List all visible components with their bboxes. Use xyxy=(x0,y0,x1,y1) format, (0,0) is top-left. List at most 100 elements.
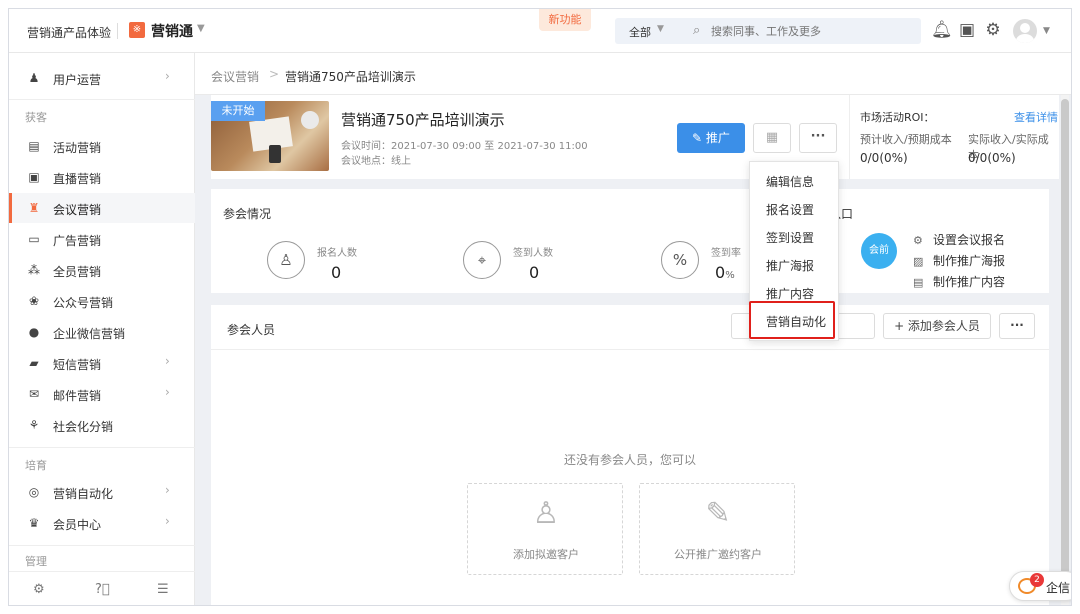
chevron-right-icon: › xyxy=(165,354,170,368)
unread-badge: 2 xyxy=(1030,573,1044,587)
brand-caret-icon[interactable]: ▼ xyxy=(197,23,205,34)
add-attendee-button[interactable]: + 添加参会人员 xyxy=(883,313,991,339)
gear-icon[interactable]: ⚙ xyxy=(983,20,1003,40)
qixin-chat-button[interactable]: 2 企信 xyxy=(1009,571,1071,601)
sidebar-item-label: 用户运营 xyxy=(53,73,102,87)
registered-icon: ♙ xyxy=(267,241,305,279)
image-icon: ▨ xyxy=(913,255,924,268)
sidebar-item-sms[interactable]: ▰ 短信营销 › xyxy=(9,348,195,378)
sidebar-item-distribution[interactable]: ⚘ 社会化分销 xyxy=(9,410,195,440)
search-scope-caret-icon[interactable]: ▼ xyxy=(657,24,664,34)
sidebar-item-mail[interactable]: ✉ 邮件营销 › xyxy=(9,379,195,409)
sidebar-footer: ⚙ ?⃝ ☰ xyxy=(9,571,195,605)
chevron-right-icon: › xyxy=(165,483,170,497)
add-invitee-card[interactable]: ♙ 添加拟邀客户 xyxy=(467,483,623,575)
sidebar-item-label: 会员中心 xyxy=(53,518,102,532)
add-invitee-label: 添加拟邀客户 xyxy=(513,548,579,561)
scrollbar-thumb[interactable] xyxy=(1061,99,1069,579)
attendee-more-button[interactable]: ··· xyxy=(999,313,1035,339)
breadcrumb-parent[interactable]: 会议营销 xyxy=(211,68,259,85)
sidebar-item-meeting[interactable]: ♜ 会议营销 xyxy=(9,193,195,223)
menu-item-checkin-settings[interactable]: 签到设置 xyxy=(750,224,840,252)
stats-title: 参会情况 xyxy=(223,207,272,221)
sidebar-item-live[interactable]: ▣ 直播营销 xyxy=(9,162,195,192)
meeting-time: 会议时间：2021-07-30 09:00 至 2021-07-30 11:00 xyxy=(341,141,588,152)
sidebar-item-wechat[interactable]: ❀ 公众号营销 xyxy=(9,286,195,316)
sidebar-item-label: 企业微信营销 xyxy=(53,327,126,341)
stat-value: 0 xyxy=(529,263,540,282)
user-ops-icon: ♟ xyxy=(28,71,40,85)
search-input[interactable] xyxy=(711,22,911,40)
status-badge: 未开始 xyxy=(211,101,265,121)
ad-icon: ▭ xyxy=(28,232,40,246)
meeting-location: 会议地点：线上 xyxy=(341,156,411,167)
promote-button[interactable]: ✎ 推广 xyxy=(677,123,745,153)
sidebar-item-label: 邮件营销 xyxy=(53,389,102,403)
avatar-caret-icon[interactable]: ▼ xyxy=(1043,26,1050,36)
help-icon[interactable]: ?⃝ xyxy=(95,582,110,597)
roi-expected-value: 0/0(0%) xyxy=(860,151,908,165)
meeting-icon: ♜ xyxy=(28,201,40,215)
page-title: 营销通750产品培训演示 xyxy=(341,111,505,129)
stat-value: 0% xyxy=(715,263,735,282)
more-actions-button[interactable]: ··· xyxy=(799,123,837,153)
public-invite-card[interactable]: ✎ 公开推广邀约客户 xyxy=(639,483,795,575)
roi-details-link[interactable]: 查看详情 xyxy=(1014,109,1058,125)
live-icon: ▣ xyxy=(28,170,40,184)
sidebar-item-label: 短信营销 xyxy=(53,358,102,372)
stat-label: 签到人数 xyxy=(513,248,553,259)
wecom-icon: ● xyxy=(28,325,40,339)
sidebar-item-ad[interactable]: ▭ 广告营销 xyxy=(9,224,195,254)
sidebar-item-user-ops[interactable]: ♟ 用户运营 › xyxy=(9,63,195,93)
gear-icon: ⚙ xyxy=(913,234,923,247)
roi-actual-value: 0/0(0%) xyxy=(968,151,1016,165)
sidebar-item-label: 公众号营销 xyxy=(53,296,114,310)
menu-item-promo-poster[interactable]: 推广海报 xyxy=(750,252,840,280)
megaphone-icon: ✎ xyxy=(692,131,706,145)
brand-logo-icon: ※ xyxy=(129,22,145,38)
sidebar-item-activity[interactable]: ▤ 活动营销 xyxy=(9,131,195,161)
roi-title: 市场活动ROI： xyxy=(860,111,935,124)
bell-icon[interactable]: 🔔︎ xyxy=(931,20,953,40)
collapse-icon[interactable]: ☰ xyxy=(157,582,169,597)
inbox-icon[interactable]: ▣ xyxy=(957,20,977,40)
sidebar-group-acquire: 获客 xyxy=(25,111,47,124)
activity-icon: ▤ xyxy=(28,139,40,153)
sidebar-item-wecom[interactable]: ● 企业微信营销 xyxy=(9,317,195,347)
qr-code-button[interactable]: ▦ xyxy=(753,123,791,153)
new-feature-badge[interactable]: 新功能 xyxy=(539,9,591,31)
qr-code-icon: ▦ xyxy=(765,130,779,145)
attendees-panel: 参会人员 + 添加参会人员 ··· 还没有参会人员，您可以 ♙ 添加拟邀客户 ✎… xyxy=(211,305,1049,605)
stat-value: 0 xyxy=(331,263,342,282)
search-icon: ⌕ xyxy=(693,23,701,38)
brand-divider xyxy=(117,23,118,39)
sidebar-item-automation[interactable]: ◎ 营销自动化 › xyxy=(9,477,195,507)
roi-expected-label: 预计收入/预期成本 xyxy=(860,133,952,146)
sidebar-item-member[interactable]: ♛ 会员中心 › xyxy=(9,508,195,538)
chevron-right-icon: › xyxy=(165,514,170,528)
sidebar-item-label: 广告营销 xyxy=(53,234,102,248)
make-poster-link[interactable]: ▨ 制作推广海报 xyxy=(913,252,1005,269)
global-search[interactable]: 全部 ▼ ⌕ xyxy=(615,18,921,44)
distribution-icon: ⚘ xyxy=(28,418,40,432)
pre-meeting-badge: 会前 xyxy=(861,233,897,269)
make-content-link[interactable]: ▤ 制作推广内容 xyxy=(913,273,1005,290)
chat-label: 企信 xyxy=(1046,581,1071,595)
setup-registration-link[interactable]: ⚙ 设置会议报名 xyxy=(913,231,1005,248)
search-scope-select[interactable]: 全部 xyxy=(629,24,651,40)
sidebar-item-label: 社会化分销 xyxy=(53,420,114,434)
ellipsis-icon: ··· xyxy=(810,129,826,144)
menu-item-registration-settings[interactable]: 报名设置 xyxy=(750,196,840,224)
sidebar-divider xyxy=(9,545,195,546)
chevron-right-icon: › xyxy=(165,385,170,399)
sidebar-group-nurture: 培育 xyxy=(25,459,47,472)
brand-name[interactable]: 营销通 xyxy=(151,21,193,41)
settings-icon[interactable]: ⚙ xyxy=(33,582,45,597)
sidebar: ♟ 用户运营 › 获客 ▤ 活动营销 ▣ 直播营销 ♜ 会议营销 ▭ 广告营销 … xyxy=(9,53,195,605)
checked-in-icon: ⌖ xyxy=(463,241,501,279)
breadcrumb-separator: > xyxy=(269,67,280,81)
menu-item-edit-info[interactable]: 编辑信息 xyxy=(750,168,840,196)
avatar[interactable] xyxy=(1013,19,1037,43)
breadcrumb-current: 营销通750产品培训演示 xyxy=(285,70,416,84)
sidebar-item-staff[interactable]: ⁂ 全员营销 xyxy=(9,255,195,285)
